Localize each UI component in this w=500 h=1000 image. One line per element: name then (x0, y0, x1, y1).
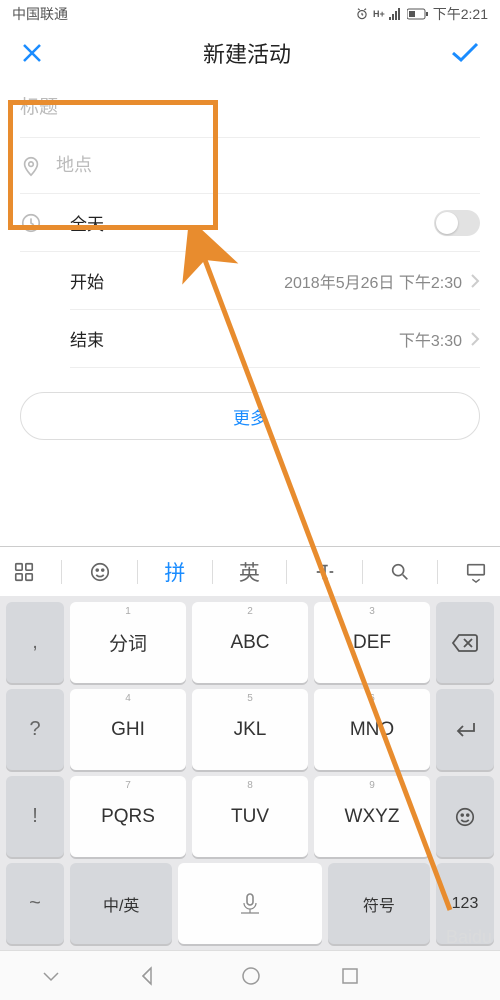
grid-icon[interactable] (13, 561, 35, 583)
chevron-right-icon (470, 273, 480, 289)
close-icon[interactable] (20, 41, 44, 65)
battery-icon (407, 8, 429, 20)
key-emoji[interactable] (436, 776, 494, 857)
start-row[interactable]: 开始 2018年5月26日 下午2:30 (70, 252, 480, 310)
nav-back-icon[interactable] (141, 966, 161, 986)
confirm-icon[interactable] (450, 41, 480, 65)
signal-icon (389, 8, 403, 20)
key-7[interactable]: 7PQRS (70, 776, 186, 857)
enter-icon (452, 720, 478, 740)
end-row[interactable]: 结束 下午3:30 (70, 310, 480, 368)
title-input[interactable] (20, 97, 480, 119)
key-8[interactable]: 8TUV (192, 776, 308, 857)
key-2[interactable]: 2ABC (192, 602, 308, 683)
nav-recent-icon[interactable] (341, 967, 359, 985)
backspace-icon (451, 633, 479, 653)
key-123[interactable]: 123 (436, 863, 494, 944)
status-right: H+ 下午2:21 (355, 4, 488, 24)
key-tilde[interactable]: ~ (6, 863, 64, 944)
cursor-icon[interactable] (314, 561, 336, 583)
network-icon: H+ (373, 9, 385, 19)
location-field (20, 138, 480, 194)
keyboard-toolbar: 拼 英 (0, 546, 500, 596)
english-mode[interactable]: 英 (239, 557, 260, 587)
key-exclaim[interactable]: ! (6, 776, 64, 857)
system-nav (0, 950, 500, 1000)
location-icon (20, 155, 42, 177)
start-label: 开始 (70, 268, 284, 293)
key-space[interactable] (178, 863, 321, 944)
location-input[interactable] (56, 155, 480, 176)
start-value: 2018年5月26日 下午2:30 (284, 269, 462, 293)
key-backspace[interactable] (436, 602, 494, 683)
more-button[interactable]: 更多 (20, 392, 480, 440)
nav-bar: 新建活动 (0, 28, 500, 78)
key-lang[interactable]: 中/英 (70, 863, 172, 944)
key-6[interactable]: 6MNO (314, 689, 430, 770)
key-5[interactable]: 5JKL (192, 689, 308, 770)
time-label: 下午2:21 (433, 4, 488, 24)
pinyin-mode[interactable]: 拼 (164, 557, 185, 587)
emoji-icon[interactable] (89, 561, 111, 583)
clock-icon (20, 212, 42, 234)
key-1[interactable]: 1分词 (70, 602, 186, 683)
carrier-label: 中国联通 (12, 4, 68, 24)
key-enter[interactable] (436, 689, 494, 770)
allday-label: 全天 (70, 210, 434, 235)
keyboard: , 1分词 2ABC 3DEF ? 4GHI 5JKL 6MNO ! 7PQRS… (0, 596, 500, 950)
allday-row: 全天 (20, 194, 480, 252)
search-kb-icon[interactable] (389, 561, 411, 583)
status-bar: 中国联通 H+ 下午2:21 (0, 0, 500, 28)
title-field (20, 78, 480, 138)
chevron-right-icon (470, 331, 480, 347)
event-form: 全天 开始 2018年5月26日 下午2:30 结束 下午3:30 更多 (0, 78, 500, 440)
key-3[interactable]: 3DEF (314, 602, 430, 683)
emoji-key-icon (454, 806, 476, 828)
nav-home-icon[interactable] (241, 966, 261, 986)
allday-toggle[interactable] (434, 210, 480, 236)
alarm-icon (355, 7, 369, 21)
nav-collapse-icon[interactable] (40, 967, 62, 985)
end-label: 结束 (70, 326, 399, 351)
mic-icon (241, 893, 259, 915)
page-title: 新建活动 (203, 37, 291, 69)
key-9[interactable]: 9WXYZ (314, 776, 430, 857)
key-comma[interactable]: , (6, 602, 64, 683)
key-symbol[interactable]: 符号 (328, 863, 430, 944)
keyboard-hide-icon[interactable] (465, 561, 487, 583)
key-question[interactable]: ? (6, 689, 64, 770)
end-value: 下午3:30 (399, 327, 462, 351)
key-4[interactable]: 4GHI (70, 689, 186, 770)
